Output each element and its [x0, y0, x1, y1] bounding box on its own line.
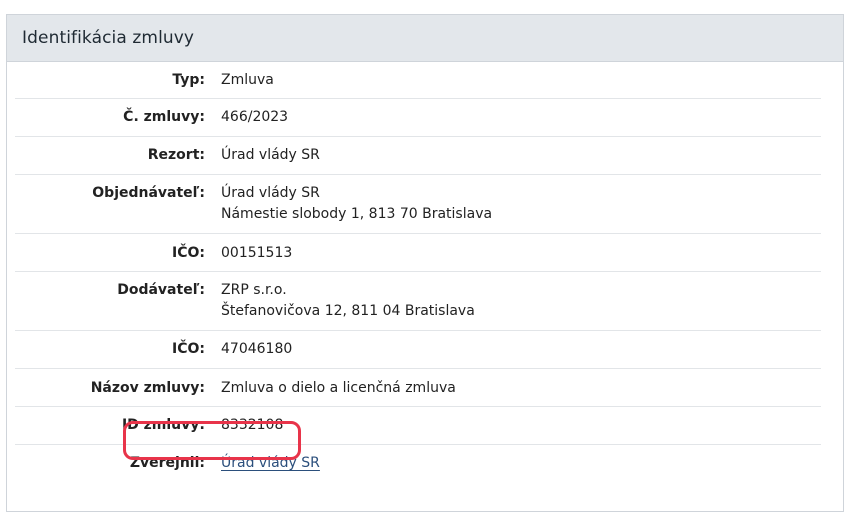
- value-objednavatel: Úrad vlády SR Námestie slobody 1, 813 70…: [205, 175, 492, 233]
- value-ico-objednavatel: 00151513: [221, 245, 293, 261]
- label-typ: Typ:: [172, 72, 205, 88]
- value-contract-number: 466/2023: [221, 109, 289, 125]
- label-ico-objednavatel: IČO:: [172, 245, 205, 261]
- row-contract-name: Názov zmluvy: Zmluva o dielo a licenčná …: [15, 369, 821, 407]
- value-typ: Zmluva: [221, 72, 274, 88]
- label-ico-dodavatel: IČO:: [172, 341, 205, 357]
- label-rezort: Rezort:: [147, 147, 205, 163]
- row-ico-objednavatel: IČO: 00151513: [15, 234, 821, 272]
- panel-header: Identifikácia zmluvy: [7, 15, 843, 62]
- objednavatel-name: Úrad vlády SR: [221, 185, 320, 201]
- value-contract-name: Zmluva o dielo a licenčná zmluva: [221, 380, 456, 396]
- row-typ: Typ: Zmluva: [15, 61, 821, 99]
- value-rezort: Úrad vlády SR: [221, 147, 320, 163]
- contract-id-highlight: [123, 421, 301, 460]
- row-objednavatel: Objednávateľ: Úrad vlády SR Námestie slo…: [15, 175, 821, 234]
- panel-title: Identifikácia zmluvy: [22, 28, 195, 48]
- contract-details-list: Typ: Zmluva Č. zmluvy: 466/2023 Rezort: …: [15, 61, 821, 483]
- row-rezort: Rezort: Úrad vlády SR: [15, 137, 821, 175]
- value-ico-dodavatel: 47046180: [221, 341, 293, 357]
- label-dodavatel: Dodávateľ:: [117, 282, 205, 298]
- row-contract-number: Č. zmluvy: 466/2023: [15, 99, 821, 137]
- row-ico-dodavatel: IČO: 47046180: [15, 331, 821, 369]
- objednavatel-address: Námestie slobody 1, 813 70 Bratislava: [221, 206, 493, 222]
- row-dodavatel: Dodávateľ: ZRP s.r.o. Štefanovičova 12, …: [15, 272, 821, 331]
- label-objednavatel: Objednávateľ:: [92, 185, 205, 201]
- value-dodavatel: ZRP s.r.o. Štefanovičova 12, 811 04 Brat…: [205, 272, 475, 330]
- dodavatel-address: Štefanovičova 12, 811 04 Bratislava: [221, 303, 475, 319]
- dodavatel-name: ZRP s.r.o.: [221, 282, 287, 298]
- label-contract-name: Názov zmluvy:: [90, 380, 205, 396]
- label-contract-number: Č. zmluvy:: [123, 109, 205, 125]
